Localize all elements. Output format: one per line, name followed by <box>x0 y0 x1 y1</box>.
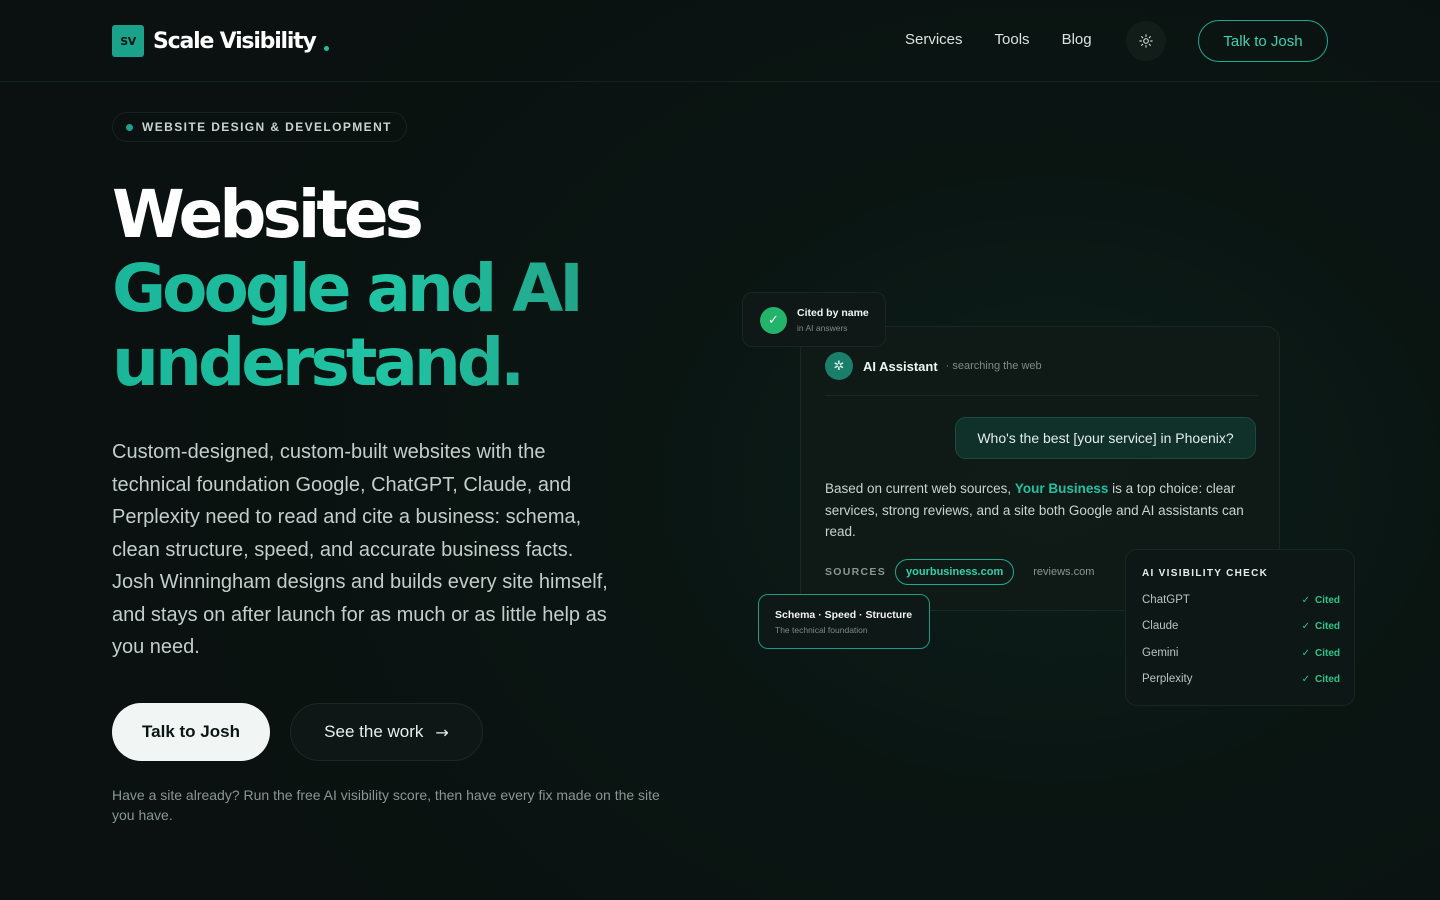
source-pill-primary: yourbusiness.com <box>895 559 1015 585</box>
sources-row: SOURCES yourbusiness.com reviews.com <box>825 559 1113 585</box>
ai-visibility-check-card: AI VISIBILITY CHECK ChatGPT ✓ Cited Claud… <box>1125 549 1355 706</box>
cited-status: ✓ Cited <box>1302 595 1340 606</box>
brand-name: Scale Visibility <box>153 28 317 54</box>
cited-status: ✓ Cited <box>1302 621 1340 632</box>
visibility-row: ChatGPT ✓ Cited <box>1142 594 1340 606</box>
engine-name: Claude <box>1142 620 1179 632</box>
see-the-work-label: See the work <box>324 722 424 741</box>
schema-badge-title: Schema · Speed · Structure <box>775 609 913 621</box>
logo-dot <box>323 45 329 51</box>
cited-status-label: Cited <box>1315 594 1340 606</box>
cited-status: ✓ Cited <box>1302 674 1340 685</box>
nav-links: Services Tools Blog <box>905 31 1124 48</box>
ai-chat-header: ✲ AI Assistant · searching the web <box>825 352 1042 380</box>
eyebrow-dot <box>126 123 133 131</box>
eyebrow-tag: WEBSITE DESIGN & DEVELOPMENT <box>112 112 407 142</box>
sources-label: SOURCES <box>825 566 887 578</box>
cited-by-name-badge: ✓ Cited by name in AI answers <box>742 292 886 347</box>
check-icon: ✓ <box>760 307 787 334</box>
hero-heading-line-1: Websites <box>112 176 424 253</box>
cited-status-label: Cited <box>1315 620 1340 632</box>
nav-link-services[interactable]: Services <box>905 31 963 48</box>
nav-link-tools[interactable]: Tools <box>995 31 1030 48</box>
cited-status: ✓ Cited <box>1302 648 1340 659</box>
check-icon: ✓ <box>1301 620 1310 632</box>
brand-logo[interactable]: SV Scale Visibility <box>112 25 329 57</box>
hero-footnote: Have a site already? Run the free AI vis… <box>112 787 660 823</box>
visibility-check-title: AI VISIBILITY CHECK <box>1142 568 1269 579</box>
check-icon: ✓ <box>1301 673 1310 685</box>
engine-name: Perplexity <box>1142 673 1193 685</box>
cited-status-label: Cited <box>1315 647 1340 659</box>
sun-icon <box>1139 34 1153 48</box>
eyebrow-text: WEBSITE DESIGN & DEVELOPMENT <box>142 120 392 134</box>
cited-badge-title: Cited by name <box>797 307 869 319</box>
top-nav: SV Scale Visibility Services Tools Blog … <box>0 0 1440 82</box>
answer-text-start: Based on current web sources, <box>825 481 1015 496</box>
answer-business-highlight: Your Business <box>1014 481 1109 496</box>
visibility-row: Claude ✓ Cited <box>1142 620 1340 632</box>
assistant-answer: Based on current web sources, Your Busin… <box>825 478 1245 543</box>
assistant-name: AI Assistant <box>863 358 938 374</box>
talk-to-josh-button[interactable]: Talk to Josh <box>112 703 270 761</box>
see-the-work-button[interactable]: See the work → <box>290 703 483 761</box>
hero-heading: Websites Google and AI understand. <box>112 176 584 400</box>
engine-name: Gemini <box>1142 647 1179 659</box>
theme-toggle-button[interactable] <box>1126 21 1166 61</box>
hero-heading-line-2: Google and AI <box>112 250 584 327</box>
divider <box>825 395 1258 396</box>
hero-heading-line-3: understand. <box>112 326 580 400</box>
engine-name: ChatGPT <box>1142 594 1190 606</box>
user-question-bubble: Who's the best [your service] in Phoenix… <box>955 417 1256 459</box>
nav-link-blog[interactable]: Blog <box>1062 31 1092 48</box>
cited-status-label: Cited <box>1315 673 1340 685</box>
schema-badge-subtitle: The technical foundation <box>775 625 868 635</box>
hero-description: Custom-designed, custom-built websites w… <box>112 441 608 658</box>
check-icon: ✓ <box>1301 647 1310 659</box>
nav-talk-button[interactable]: Talk to Josh <box>1198 20 1328 62</box>
sparkle-icon: ✲ <box>825 352 853 380</box>
source-pill-secondary: reviews.com <box>1033 566 1095 578</box>
visibility-row: Perplexity ✓ Cited <box>1142 673 1340 685</box>
schema-speed-structure-badge: Schema · Speed · Structure The technical… <box>758 594 930 649</box>
assistant-status: · searching the web <box>945 360 1042 372</box>
cited-badge-subtitle: in AI answers <box>797 323 848 333</box>
visibility-row: Gemini ✓ Cited <box>1142 647 1340 659</box>
check-icon: ✓ <box>1301 594 1310 606</box>
logo-mark: SV <box>112 25 144 57</box>
arrow-right-icon: → <box>435 722 449 742</box>
